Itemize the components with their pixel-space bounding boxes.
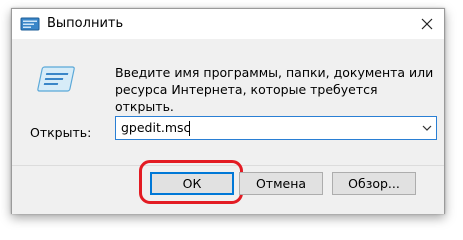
open-combobox[interactable]: gpedit.msc — [115, 116, 437, 140]
browse-button[interactable]: Обзор... — [332, 172, 416, 195]
run-app-icon — [20, 17, 40, 31]
title-bar[interactable]: Выполнить — [12, 9, 444, 39]
run-icon — [37, 66, 75, 92]
window-title: Выполнить — [47, 16, 124, 31]
close-button[interactable] — [410, 9, 444, 39]
text-caret — [189, 121, 190, 136]
cancel-button[interactable]: Отмена — [239, 172, 323, 195]
description-text: Введите имя программы, папки, документа … — [115, 65, 434, 114]
open-input-value[interactable]: gpedit.msc — [121, 120, 190, 136]
chevron-down-icon[interactable] — [421, 122, 433, 134]
open-label: Открыть: — [30, 125, 92, 140]
ok-button[interactable]: ОК — [150, 172, 234, 195]
close-icon — [421, 18, 433, 30]
